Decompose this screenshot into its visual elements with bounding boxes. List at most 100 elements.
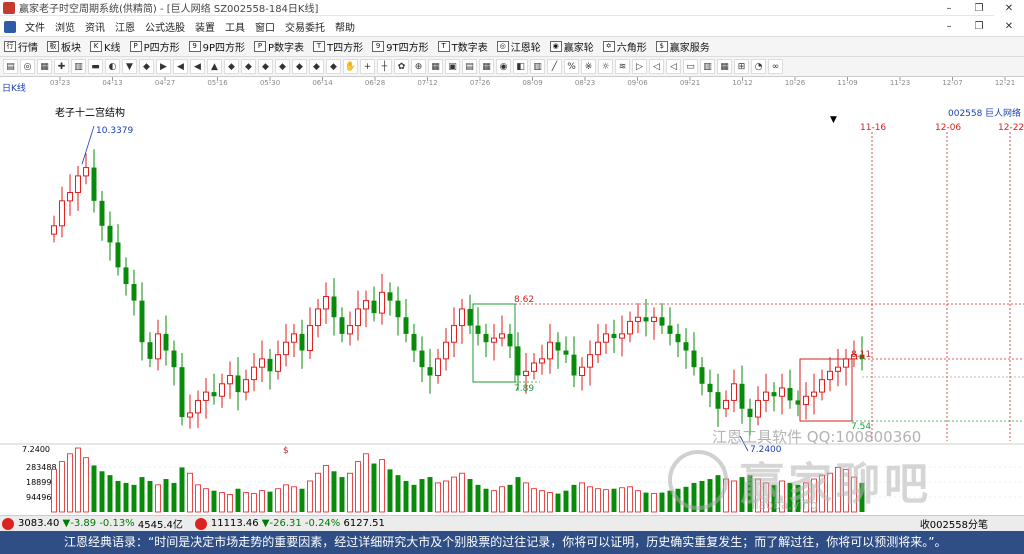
tool-icon[interactable]: ✋ <box>343 59 358 74</box>
tool-icon[interactable]: ▥ <box>71 59 86 74</box>
tool-icon[interactable]: ◆ <box>326 59 341 74</box>
tool-icon[interactable]: ∞ <box>768 59 783 74</box>
tool-icon[interactable]: ◁ <box>649 59 664 74</box>
close-button[interactable]: ✕ <box>994 0 1024 16</box>
tool-icon[interactable]: ╱ <box>547 59 562 74</box>
tool-icon[interactable]: ▦ <box>37 59 52 74</box>
toolbar-label: 赢家服务 <box>669 43 710 54</box>
candle-body <box>411 333 417 351</box>
toolbar-button-6[interactable]: T T四方形 <box>309 39 368 54</box>
tool-icon[interactable]: ✚ <box>54 59 69 74</box>
menu-window[interactable]: 窗口 <box>250 19 280 34</box>
toolbar-button-9[interactable]: ◎ 江恩轮 <box>493 39 546 54</box>
tool-icon[interactable]: ▷ <box>632 59 647 74</box>
tool-icon[interactable]: ▦ <box>717 59 732 74</box>
candle-body <box>419 350 425 368</box>
menu-file[interactable]: 文件 <box>20 19 50 34</box>
tool-icon[interactable]: ◁ <box>666 59 681 74</box>
mdi-minimize-button[interactable]: – <box>934 17 964 37</box>
maximize-button[interactable]: ❐ <box>964 0 994 16</box>
volume-bar <box>283 484 289 513</box>
stock-code: 002558 <box>948 109 983 119</box>
tool-icon[interactable]: ◀ <box>190 59 205 74</box>
mdi-controls: – ❐ ✕ <box>934 17 1024 37</box>
tool-icon[interactable]: ▤ <box>462 59 477 74</box>
menu-browse[interactable]: 浏览 <box>50 19 80 34</box>
candle-body <box>603 333 609 343</box>
toolbar-button-10[interactable]: ◉ 赢家轮 <box>546 39 599 54</box>
tool-icon[interactable]: ◔ <box>751 59 766 74</box>
toolbar-button-3[interactable]: P P四方形 <box>126 39 185 54</box>
menu-trade[interactable]: 交易委托 <box>280 19 330 34</box>
volume-bar <box>275 488 281 513</box>
tool-icon[interactable]: ▦ <box>428 59 443 74</box>
toolbar-button-12[interactable]: $ 赢家服务 <box>652 39 715 54</box>
tool-icon[interactable]: ▥ <box>530 59 545 74</box>
tool-icon[interactable]: ▬ <box>88 59 103 74</box>
tool-icon[interactable]: ▶ <box>156 59 171 74</box>
tool-icon[interactable]: ≋ <box>615 59 630 74</box>
candle-body <box>715 392 721 409</box>
tool-icon[interactable]: ⊞ <box>734 59 749 74</box>
sz-index-segment[interactable]: 11113.46 ▼-26.31 -0.24% 6127.51 <box>193 517 385 530</box>
minimize-button[interactable]: – <box>934 0 964 16</box>
tool-icon[interactable]: ◆ <box>309 59 324 74</box>
tool-icon[interactable]: ▤ <box>3 59 18 74</box>
tool-icon[interactable]: ◆ <box>139 59 154 74</box>
tool-icon[interactable]: ┼ <box>377 59 392 74</box>
tool-icon[interactable]: ✿ <box>394 59 409 74</box>
toolbar-button-7[interactable]: 9 9T四方形 <box>368 39 433 54</box>
menu-gann[interactable]: 江恩 <box>110 19 140 34</box>
toolbar-button-2[interactable]: K K线 <box>86 39 126 54</box>
toolbar-button-8[interactable]: T T数字表 <box>434 39 493 54</box>
candle-body <box>515 346 521 376</box>
tool-icon[interactable]: ☼ <box>598 59 613 74</box>
toolbar-button-5[interactable]: P P数字表 <box>250 39 309 54</box>
toolbar-button-11[interactable]: ✡ 六角形 <box>599 39 652 54</box>
tool-icon[interactable]: ▥ <box>700 59 715 74</box>
tool-icon[interactable]: ※ <box>581 59 596 74</box>
mdi-close-button[interactable]: ✕ <box>994 17 1024 37</box>
sh-index-segment[interactable]: 3083.40 ▼-3.89 -0.13% 4545.4亿 <box>0 516 183 531</box>
tool-icon[interactable]: ◎ <box>20 59 35 74</box>
tool-icon[interactable]: ⊕ <box>411 59 426 74</box>
tool-icon[interactable]: ▣ <box>445 59 460 74</box>
menu-help[interactable]: 帮助 <box>330 19 360 34</box>
toolbar-button-0[interactable]: 行行情 <box>0 39 43 54</box>
candle-body <box>579 366 585 376</box>
toolbar-icon: 9 <box>188 41 201 52</box>
tool-icon[interactable]: ◆ <box>275 59 290 74</box>
tool-icon[interactable]: ◆ <box>224 59 239 74</box>
tool-icon[interactable]: ◀ <box>173 59 188 74</box>
tool-icon[interactable]: ▭ <box>683 59 698 74</box>
toolbar-label: T四方形 <box>327 43 364 54</box>
menu-tools[interactable]: 工具 <box>220 19 250 34</box>
menu-setup[interactable]: 装置 <box>190 19 220 34</box>
menu-formula-screen[interactable]: 公式选股 <box>140 19 190 34</box>
tool-icon[interactable]: ◧ <box>513 59 528 74</box>
toolbar-button-1[interactable]: 板板块 <box>43 39 86 54</box>
candle-body <box>235 375 241 393</box>
tool-icon[interactable]: + <box>360 59 375 74</box>
chart-mode-label[interactable]: 日K线 <box>2 82 26 94</box>
tool-icon[interactable]: ◆ <box>258 59 273 74</box>
candle-body <box>59 200 65 227</box>
tool-icon[interactable]: ◆ <box>292 59 307 74</box>
tool-icon[interactable]: ◐ <box>105 59 120 74</box>
kline-chart[interactable]: 老子十二宫结构 ▼ 002558 巨人网络 11-16 12-06 12-22 10.3379… <box>0 96 1024 514</box>
tool-icon[interactable]: ▲ <box>207 59 222 74</box>
level-label: 8.11 <box>851 350 871 360</box>
tool-icon[interactable]: ◆ <box>241 59 256 74</box>
toolbar-button-4[interactable]: 9 9P四方形 <box>185 39 250 54</box>
indicator-name[interactable]: 老子十二宫结构 <box>55 106 125 119</box>
volume-bar <box>323 465 329 513</box>
tool-icon[interactable]: ◉ <box>496 59 511 74</box>
candle-body <box>67 192 73 202</box>
tick-detail-label[interactable]: 收002558分笔 <box>920 516 988 531</box>
menu-info[interactable]: 资讯 <box>80 19 110 34</box>
tool-icon[interactable]: % <box>564 59 579 74</box>
tool-icon[interactable]: ▼ <box>122 59 137 74</box>
mdi-restore-button[interactable]: ❐ <box>964 17 994 37</box>
tool-icon[interactable]: ▦ <box>479 59 494 74</box>
indicator-dropdown-icon[interactable]: ▼ <box>830 115 837 125</box>
